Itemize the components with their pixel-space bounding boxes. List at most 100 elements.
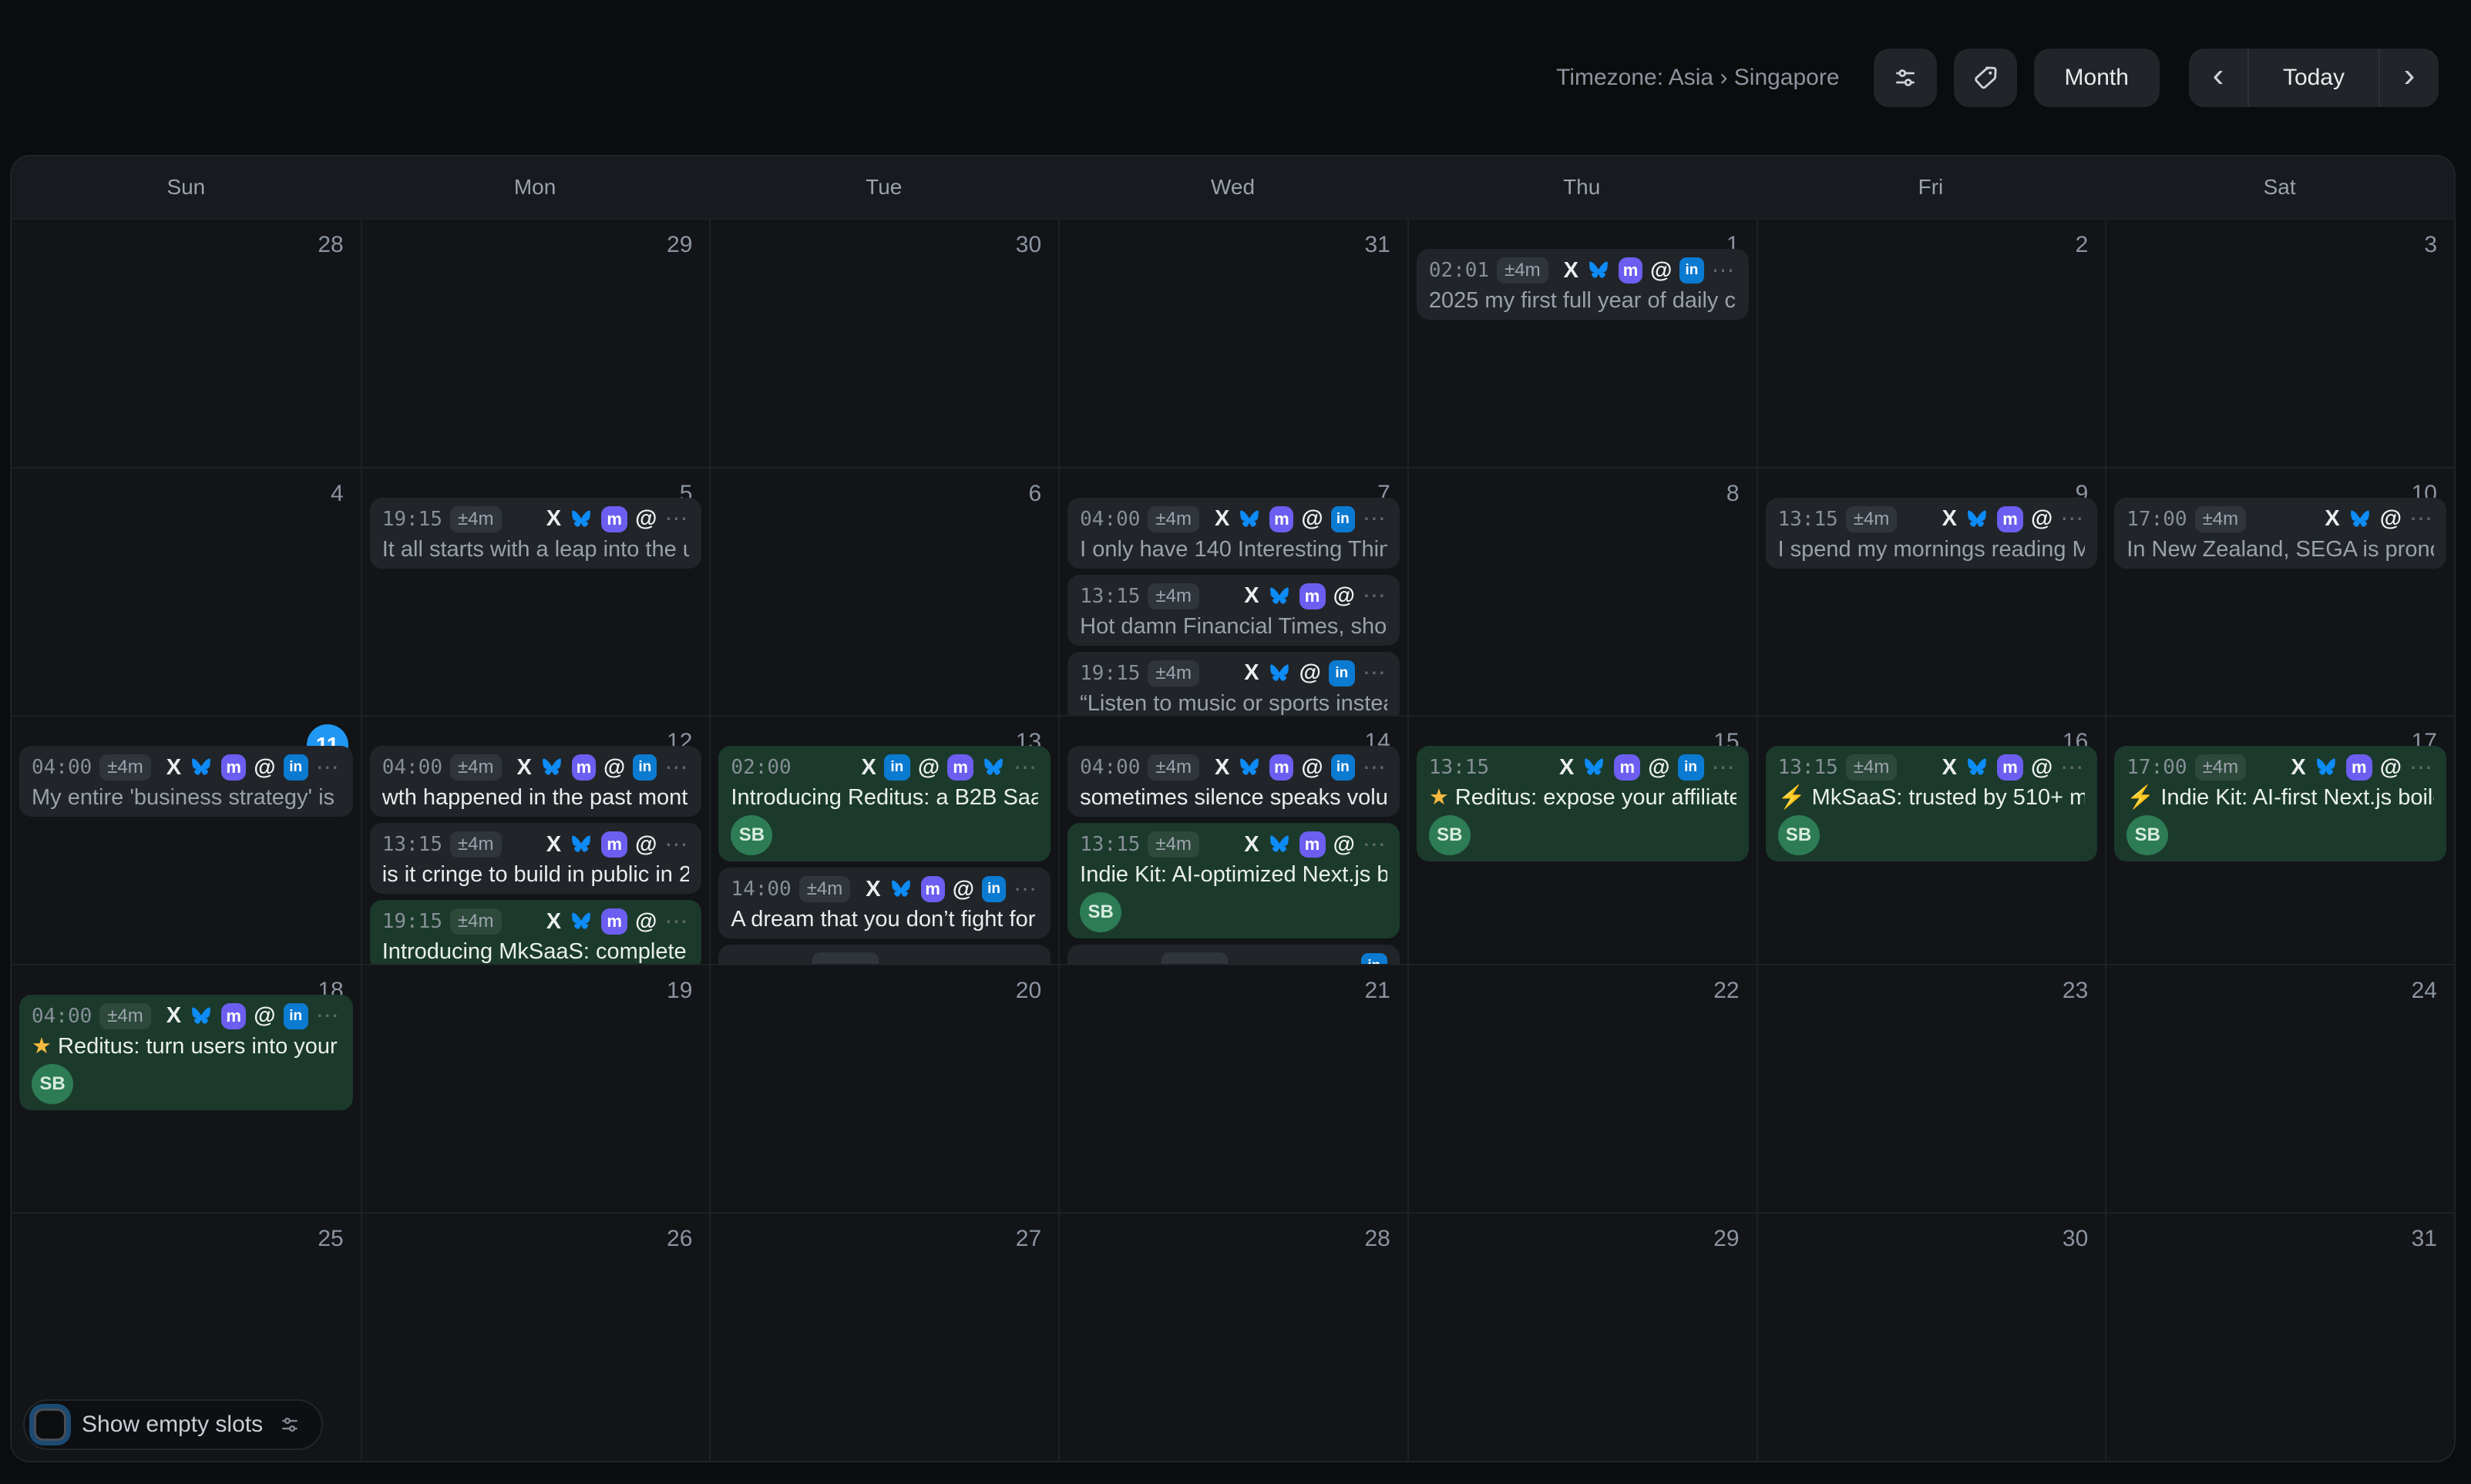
event-card[interactable]: 04:00±4mXm@in⋯My entire 'business strate…: [19, 746, 353, 817]
more-icon[interactable]: ⋯: [1014, 876, 1038, 903]
day-cell[interactable]: 4: [12, 467, 361, 716]
event-card[interactable]: 04:00±4mXm@in⋯wth happened in the past m…: [370, 746, 702, 817]
day-cell[interactable]: 1804:00±4mXm@in⋯★Reditus: turn users int…: [12, 964, 361, 1213]
tags-button[interactable]: [1954, 49, 2017, 107]
day-cell[interactable]: 30: [709, 218, 1058, 467]
day-cell[interactable]: 1613:15±4mXm@⋯⚡MkSaaS: trusted by 510+ m…: [1757, 715, 2106, 964]
offset-badge: ±4m: [99, 754, 151, 781]
more-icon[interactable]: ⋯: [1014, 754, 1038, 781]
event-card[interactable]: 13:15±4mXm@⋯Hot damn Financial Times, sh…: [1067, 575, 1400, 646]
day-cell[interactable]: 102:01±4mXm@in⋯2025 my first full year o…: [1407, 218, 1757, 467]
x-icon: X: [2291, 757, 2305, 779]
event-card[interactable]: 19:15±4mXm@⋯Introducing MkSaaS: complete…: [370, 900, 702, 964]
day-cell[interactable]: 30: [1757, 1212, 2106, 1461]
day-cell[interactable]: 8: [1407, 467, 1757, 716]
day-cell[interactable]: 913:15±4mXm@⋯I spend my mornings reading…: [1757, 467, 2106, 716]
filter-settings-button[interactable]: [1874, 49, 1937, 107]
more-icon[interactable]: ⋯: [1363, 505, 1387, 532]
day-cell[interactable]: 1017:00±4mX@⋯In New Zealand, SEGA is pro…: [2105, 467, 2454, 716]
more-icon[interactable]: ⋯: [2060, 505, 2085, 532]
event-card[interactable]: 13:15Xm@in⋯★Reditus: expose your affilia…: [1417, 746, 1749, 861]
event-title: Hot damn Financial Times, shots ...: [1080, 613, 1387, 640]
next-month-button[interactable]: ›: [2379, 49, 2439, 107]
event-card[interactable]: 14:00±4mXm@in⋯A dream that you don’t fig…: [718, 868, 1051, 938]
day-cell[interactable]: 1404:00±4mXm@in⋯sometimes silence speaks…: [1058, 715, 1407, 964]
event-card[interactable]: 13:15±4mXm@⋯I spend my mornings reading …: [1766, 498, 2098, 569]
events-list: 17:00±4mXm@⋯⚡Indie Kit: AI-first Next.js…: [2114, 746, 2446, 964]
slots-settings-icon[interactable]: [278, 1413, 301, 1436]
event-card-clipped[interactable]: in: [1067, 945, 1400, 964]
threads-icon: @: [2380, 757, 2402, 779]
event-card[interactable]: 19:15±4mX@in⋯“Listen to music or sports …: [1067, 652, 1400, 716]
today-label: Today: [2283, 65, 2345, 91]
day-cell[interactable]: 3: [2105, 218, 2454, 467]
prev-month-button[interactable]: ‹: [2189, 49, 2247, 107]
event-time: 02:00: [731, 756, 791, 779]
more-icon[interactable]: ⋯: [1363, 831, 1387, 858]
more-icon[interactable]: ⋯: [664, 908, 689, 935]
day-cell[interactable]: 519:15±4mXm@⋯It all starts with a leap i…: [361, 467, 710, 716]
event-card[interactable]: 02:00Xin@m⋯Introducing Reditus: a B2B Sa…: [718, 746, 1051, 861]
offset-badge: ±4m: [99, 1003, 151, 1029]
view-mode-button[interactable]: Month: [2034, 49, 2160, 107]
event-card[interactable]: 04:00±4mXm@in⋯★Reditus: turn users into …: [19, 995, 353, 1110]
more-icon[interactable]: ⋯: [664, 754, 689, 781]
more-icon[interactable]: ⋯: [2409, 754, 2434, 781]
event-card[interactable]: 13:15±4mXm@⋯Indie Kit: AI-optimized Next…: [1067, 823, 1400, 938]
event-meta-row: 02:00Xin@m⋯: [731, 754, 1038, 781]
more-icon[interactable]: ⋯: [316, 754, 341, 781]
event-card[interactable]: 04:00±4mXm@in⋯sometimes silence speaks v…: [1067, 746, 1400, 817]
day-cell[interactable]: 29: [1407, 1212, 1757, 1461]
event-card[interactable]: 13:15±4mXm@⋯⚡MkSaaS: trusted by 510+ mak…: [1766, 746, 2098, 861]
day-cell[interactable]: 1104:00±4mXm@in⋯My entire 'business stra…: [12, 715, 361, 964]
day-cell[interactable]: 24: [2105, 964, 2454, 1213]
events-list: 04:00±4mXm@in⋯sometimes silence speaks v…: [1067, 746, 1400, 964]
day-cell[interactable]: 21: [1058, 964, 1407, 1213]
day-cell[interactable]: 2: [1757, 218, 2106, 467]
day-cell[interactable]: 28: [12, 218, 361, 467]
event-card[interactable]: 04:00±4mXm@in⋯I only have 140 Interestin…: [1067, 498, 1400, 569]
day-cell[interactable]: 1513:15Xm@in⋯★Reditus: expose your affil…: [1407, 715, 1757, 964]
mastodon-icon: m: [601, 831, 627, 858]
event-card[interactable]: 19:15±4mXm@⋯It all starts with a leap in…: [370, 498, 702, 569]
more-icon[interactable]: ⋯: [1712, 754, 1736, 781]
more-icon[interactable]: ⋯: [316, 1002, 341, 1029]
event-card-clipped[interactable]: [718, 945, 1051, 964]
day-cell[interactable]: 26: [361, 1212, 710, 1461]
x-icon: X: [1942, 757, 1957, 779]
day-cell[interactable]: 1204:00±4mXm@in⋯wth happened in the past…: [361, 715, 710, 964]
day-cell[interactable]: 31: [1058, 218, 1407, 467]
more-icon[interactable]: ⋯: [664, 505, 689, 532]
day-cell[interactable]: 19: [361, 964, 710, 1213]
day-cell[interactable]: 27: [709, 1212, 1058, 1461]
day-cell[interactable]: 29: [361, 218, 710, 467]
event-card[interactable]: 17:00±4mXm@⋯⚡Indie Kit: AI-first Next.js…: [2114, 746, 2446, 861]
day-cell[interactable]: 1717:00±4mXm@⋯⚡Indie Kit: AI-first Next.…: [2105, 715, 2454, 964]
threads-icon: @: [1301, 757, 1323, 779]
day-cell[interactable]: 31: [2105, 1212, 2454, 1461]
event-time: 04:00: [1080, 756, 1140, 779]
more-icon[interactable]: ⋯: [1363, 754, 1387, 781]
event-card[interactable]: 13:15±4mXm@⋯is it cringe to build in pub…: [370, 823, 702, 894]
day-cell[interactable]: 1302:00Xin@m⋯Introducing Reditus: a B2B …: [709, 715, 1058, 964]
events-list: 17:00±4mX@⋯In New Zealand, SEGA is prono…: [2114, 498, 2446, 716]
event-card[interactable]: 17:00±4mX@⋯In New Zealand, SEGA is prono…: [2114, 498, 2446, 569]
show-empty-slots-checkbox[interactable]: [34, 1408, 66, 1441]
day-cell[interactable]: 704:00±4mXm@in⋯I only have 140 Interesti…: [1058, 467, 1407, 716]
more-icon[interactable]: ⋯: [2060, 754, 2085, 781]
today-button[interactable]: Today: [2247, 49, 2379, 107]
day-cell[interactable]: 6: [709, 467, 1058, 716]
more-icon[interactable]: ⋯: [1363, 660, 1387, 687]
day-cell[interactable]: 22: [1407, 964, 1757, 1213]
x-icon: X: [1244, 662, 1259, 684]
event-card[interactable]: 02:01±4mXm@in⋯2025 my first full year of…: [1417, 249, 1749, 320]
more-icon[interactable]: ⋯: [2409, 505, 2434, 532]
day-cell[interactable]: 20: [709, 964, 1058, 1213]
threads-icon: @: [254, 1005, 275, 1027]
day-cell[interactable]: 28: [1058, 1212, 1407, 1461]
more-icon[interactable]: ⋯: [1712, 257, 1736, 284]
more-icon[interactable]: ⋯: [1363, 583, 1387, 609]
more-icon[interactable]: ⋯: [664, 831, 689, 858]
day-cell[interactable]: 23: [1757, 964, 2106, 1213]
account-avatar: SB: [731, 815, 772, 855]
